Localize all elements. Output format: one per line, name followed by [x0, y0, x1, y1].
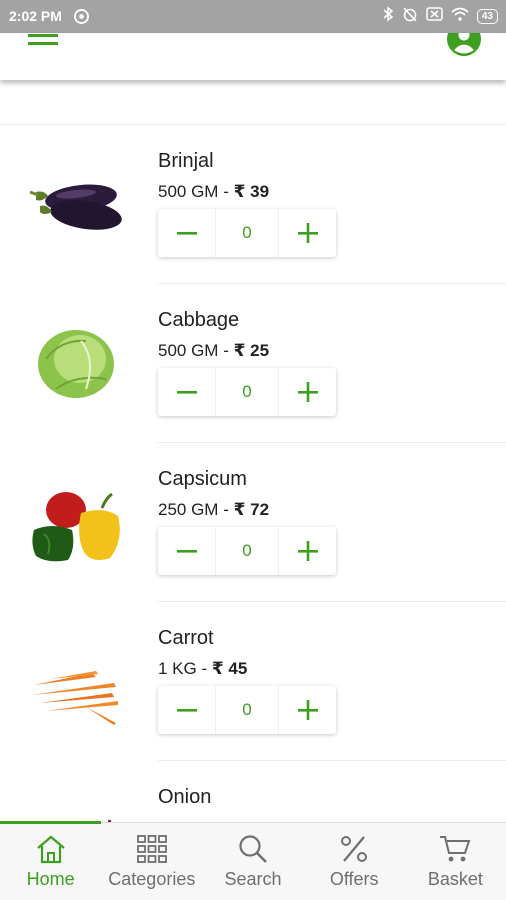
quantity-stepper: 0 [158, 368, 336, 416]
nav-label: Categories [108, 869, 196, 889]
product-name: Onion [158, 786, 212, 808]
product-item-capsicum: Capsicum 250 GM - ₹ 72 0 [0, 443, 506, 602]
bottom-navigation: Home Categories Search Offers Basket [0, 821, 506, 900]
nav-label: Basket [427, 869, 483, 889]
percent-icon [337, 833, 371, 865]
quantity-value: 0 [215, 686, 279, 734]
wifi-icon [451, 7, 469, 26]
nav-tab-basket[interactable]: Basket [405, 823, 506, 900]
quantity-value: 0 [215, 368, 279, 416]
quantity-stepper: 0 [158, 209, 336, 257]
product-price: 500 GM - ₹ 25 [158, 341, 270, 360]
plus-icon[interactable] [279, 368, 336, 416]
search-icon [236, 833, 270, 865]
quantity-value: 0 [215, 527, 279, 575]
plus-icon[interactable] [279, 209, 336, 257]
quantity-stepper: 0 [158, 686, 336, 734]
product-name: Brinjal [158, 150, 214, 172]
capsicum-image [26, 478, 126, 568]
minus-icon[interactable] [158, 368, 215, 416]
product-price: 500 GM - ₹ 39 [158, 182, 270, 201]
product-name: Capsicum [158, 468, 247, 490]
brinjal-image [26, 160, 126, 250]
nav-label: Search [224, 869, 282, 889]
nav-tab-home[interactable]: Home [0, 823, 101, 900]
product-item-onion: Onion [0, 761, 506, 822]
product-price: 1 KG - ₹ 45 [158, 659, 248, 678]
status-time: 2:02 PM [9, 8, 62, 24]
onion-image [26, 796, 126, 822]
product-item-carrot: Carrot 1 KG - ₹ 45 0 [0, 602, 506, 761]
product-name: Cabbage [158, 309, 240, 331]
product-item-cabbage: Cabbage 500 GM - ₹ 25 0 [0, 284, 506, 443]
active-tab-indicator [0, 821, 101, 824]
product-item-brinjal: Brinjal 500 GM - ₹ 39 0 [0, 125, 506, 284]
nav-tab-offers[interactable]: Offers [304, 823, 405, 900]
sim-off-icon [426, 7, 443, 26]
basket-icon [438, 833, 472, 865]
nav-label: Offers [329, 869, 379, 889]
product-list[interactable]: Brinjal 500 GM - ₹ 39 0 Cabbage 500 GM -… [0, 125, 506, 822]
nav-label: Home [26, 869, 75, 889]
minus-icon[interactable] [158, 686, 215, 734]
product-price: 250 GM - ₹ 72 [158, 500, 270, 519]
alarm-off-icon [402, 6, 418, 27]
nav-tab-categories[interactable]: Categories [101, 823, 202, 900]
battery-indicator: 43 [476, 9, 498, 24]
chrome-icon [74, 9, 89, 29]
app-bar [0, 22, 506, 80]
bluetooth-icon [383, 6, 394, 27]
carrot-image [26, 637, 126, 727]
quantity-stepper: 0 [158, 527, 336, 575]
plus-icon[interactable] [279, 527, 336, 575]
grid-icon [135, 833, 169, 865]
status-bar: 2:02 PM 43 [0, 0, 506, 33]
status-icons: 43 [383, 6, 498, 27]
nav-tab-search[interactable]: Search [202, 823, 303, 900]
account-circle-icon[interactable] [446, 22, 482, 59]
home-icon [34, 833, 68, 865]
product-name: Carrot [158, 627, 214, 649]
plus-icon[interactable] [279, 686, 336, 734]
cabbage-image [26, 319, 126, 409]
minus-icon[interactable] [158, 209, 215, 257]
quantity-value: 0 [215, 209, 279, 257]
hamburger-menu-icon[interactable] [28, 33, 58, 55]
minus-icon[interactable] [158, 527, 215, 575]
